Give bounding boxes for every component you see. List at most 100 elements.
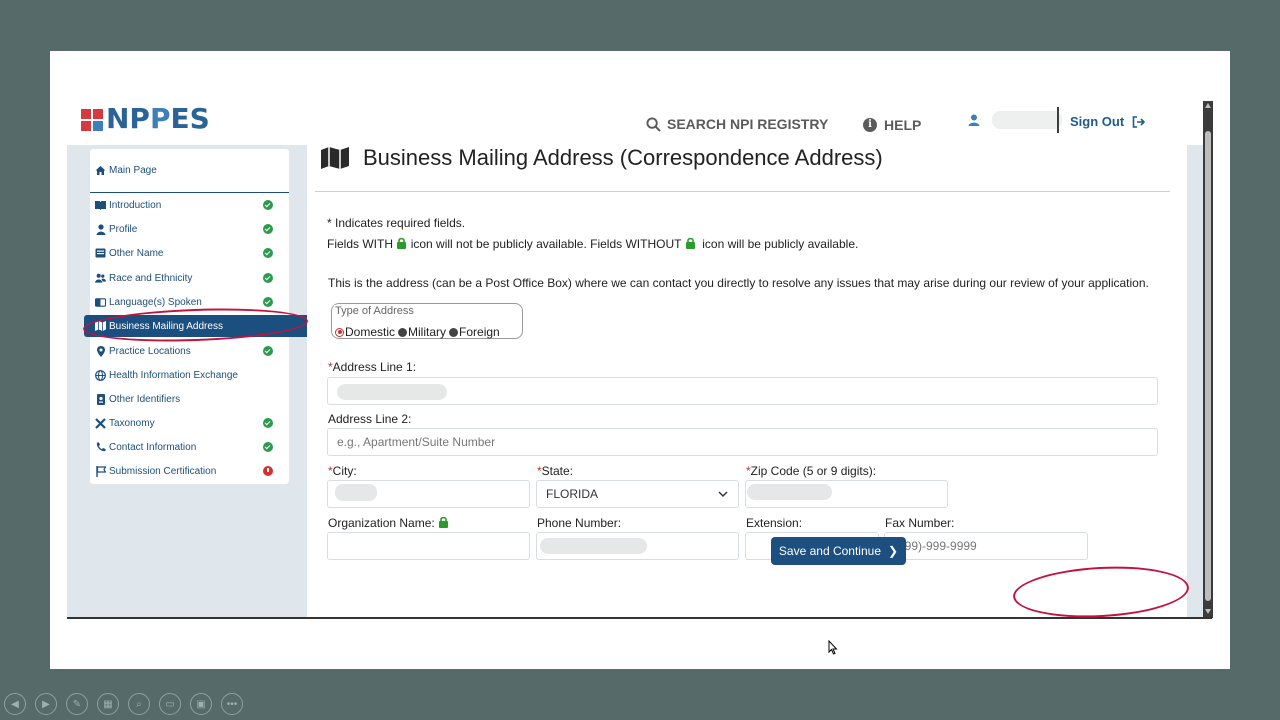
app-bottom-border bbox=[67, 617, 1212, 619]
sidebar-item-race-ethnicity[interactable]: Race and Ethnicity bbox=[90, 267, 289, 289]
sidebar-item-label: Main Page bbox=[109, 164, 157, 176]
info-icon: i bbox=[863, 118, 877, 132]
address-line-2-label: Address Line 2: bbox=[328, 412, 412, 426]
slide-canvas: NPPES SEARCH NPI REGISTRY i HELP Sign Ou… bbox=[50, 51, 1230, 669]
sidebar-item-label: Contact Information bbox=[109, 441, 197, 453]
search-link-label: SEARCH NPI REGISTRY bbox=[667, 116, 829, 132]
search-npi-registry-link[interactable]: SEARCH NPI REGISTRY bbox=[646, 116, 828, 132]
sidebar-item-practice-locations[interactable]: Practice Locations bbox=[90, 340, 289, 362]
radio-military[interactable]: Military bbox=[398, 325, 446, 339]
sign-out-link[interactable]: Sign Out bbox=[1070, 114, 1146, 129]
display-icon[interactable]: ▣ bbox=[190, 693, 212, 715]
lock-icon bbox=[685, 237, 695, 249]
help-link[interactable]: i HELP bbox=[863, 117, 921, 133]
sidebar-item-label: Other Name bbox=[109, 247, 164, 259]
presentation-toolbar: ◀ ▶ ✎ ▦ ⌕ ▭ ▣ ••• bbox=[4, 693, 252, 715]
state-select[interactable]: FLORIDA bbox=[536, 480, 739, 508]
address-type-legend: Type of Address bbox=[334, 305, 415, 317]
globe-icon bbox=[95, 369, 106, 381]
state-selected-value: FLORIDA bbox=[546, 487, 599, 501]
next-slide-icon[interactable]: ▶ bbox=[35, 693, 57, 715]
address-description: This is the address (can be a Post Offic… bbox=[328, 276, 1149, 290]
id-card-icon bbox=[95, 248, 106, 259]
sidebar-item-health-info-exchange[interactable]: Health Information Exchange bbox=[90, 364, 289, 386]
complete-check-icon bbox=[263, 200, 273, 210]
complete-check-icon bbox=[263, 418, 273, 428]
user-account[interactable] bbox=[968, 111, 1062, 129]
previous-slide-icon[interactable]: ◀ bbox=[4, 693, 26, 715]
redacted-value bbox=[540, 538, 647, 554]
header-divider bbox=[1057, 107, 1059, 133]
organization-name-input[interactable] bbox=[327, 532, 530, 560]
lock-icon bbox=[439, 516, 449, 528]
sidebar-item-label: Practice Locations bbox=[109, 345, 191, 357]
sidebar-item-introduction[interactable]: Introduction bbox=[90, 194, 289, 216]
city-label: *City: bbox=[328, 464, 357, 478]
logo-text: NPPES bbox=[106, 102, 210, 135]
map-icon bbox=[321, 147, 349, 169]
sidebar-divider bbox=[90, 192, 289, 193]
search-icon bbox=[646, 116, 661, 132]
complete-check-icon bbox=[263, 248, 273, 258]
tools-icon bbox=[95, 417, 106, 429]
radio-icon bbox=[449, 327, 459, 337]
page-title: Business Mailing Address (Correspondence… bbox=[363, 145, 883, 170]
radio-foreign[interactable]: Foreign bbox=[449, 325, 500, 339]
subtitles-icon[interactable]: ▭ bbox=[159, 693, 181, 715]
user-icon bbox=[968, 114, 980, 126]
nppes-logo[interactable]: NPPES bbox=[81, 104, 210, 134]
scrollbar-thumb[interactable] bbox=[1205, 131, 1211, 601]
slides-grid-icon[interactable]: ▦ bbox=[97, 693, 119, 715]
sidebar-item-taxonomy[interactable]: Taxonomy bbox=[90, 412, 289, 434]
users-icon bbox=[95, 273, 106, 284]
sign-out-icon bbox=[1132, 115, 1146, 128]
zip-code-label: *Zip Code (5 or 9 digits): bbox=[746, 464, 877, 478]
sign-out-label: Sign Out bbox=[1070, 114, 1125, 129]
fax-number-input[interactable]: (999)-999-9999 bbox=[884, 532, 1088, 560]
complete-check-icon bbox=[263, 297, 273, 307]
pen-icon[interactable]: ✎ bbox=[66, 693, 88, 715]
complete-check-icon bbox=[263, 273, 273, 283]
sidebar-item-contact-information[interactable]: Contact Information bbox=[90, 436, 289, 458]
redacted-value bbox=[337, 384, 447, 400]
more-options-icon[interactable]: ••• bbox=[221, 693, 243, 715]
address-line-2-input[interactable]: e.g., Apartment/Suite Number bbox=[327, 428, 1158, 456]
radio-icon bbox=[398, 327, 408, 337]
user-name-redacted bbox=[992, 111, 1062, 129]
language-icon bbox=[95, 297, 106, 308]
scroll-down-icon[interactable] bbox=[1205, 609, 1211, 614]
fax-number-label: Fax Number: bbox=[885, 516, 955, 530]
sidebar-item-main-page[interactable]: Main Page bbox=[90, 159, 289, 181]
sidebar-item-other-identifiers[interactable]: Other Identifiers bbox=[90, 388, 289, 410]
flag-icon bbox=[95, 465, 106, 477]
sidebar-item-label: Introduction bbox=[109, 199, 162, 211]
radio-selected-icon bbox=[335, 327, 344, 337]
complete-check-icon bbox=[263, 442, 273, 452]
redacted-value bbox=[335, 484, 377, 501]
phone-number-label: Phone Number: bbox=[537, 516, 622, 530]
error-alert-icon bbox=[263, 466, 273, 476]
sidebar-item-other-name[interactable]: Other Name bbox=[90, 242, 289, 264]
sidebar-item-label: Submission Certification bbox=[109, 465, 217, 477]
save-and-continue-button[interactable]: Save and Continue ❯ bbox=[771, 537, 906, 565]
sidebar-item-profile[interactable]: Profile bbox=[90, 218, 289, 240]
extension-label: Extension: bbox=[746, 516, 803, 530]
user-doctor-icon bbox=[95, 223, 106, 235]
sidebar-item-label: Taxonomy bbox=[109, 417, 155, 429]
scroll-up-icon[interactable] bbox=[1205, 103, 1211, 108]
phone-icon bbox=[95, 442, 106, 453]
zoom-icon[interactable]: ⌕ bbox=[128, 693, 150, 715]
lock-icon bbox=[397, 237, 407, 249]
state-label: *State: bbox=[537, 464, 574, 478]
sidebar-item-label: Race and Ethnicity bbox=[109, 272, 193, 284]
lock-visibility-note: Fields WITH icon will not be publicly av… bbox=[327, 237, 859, 251]
id-badge-icon bbox=[95, 393, 106, 405]
address-line-1-input[interactable] bbox=[327, 377, 1158, 405]
title-divider bbox=[315, 191, 1170, 192]
sidebar-item-submission-certification[interactable]: Submission Certification bbox=[90, 460, 289, 482]
organization-name-label: Organization Name: bbox=[328, 516, 449, 530]
required-fields-note: * Indicates required fields. bbox=[327, 216, 466, 230]
book-icon bbox=[95, 200, 106, 211]
radio-domestic[interactable]: Domestic bbox=[335, 325, 395, 339]
logo-mark-icon bbox=[81, 107, 105, 131]
